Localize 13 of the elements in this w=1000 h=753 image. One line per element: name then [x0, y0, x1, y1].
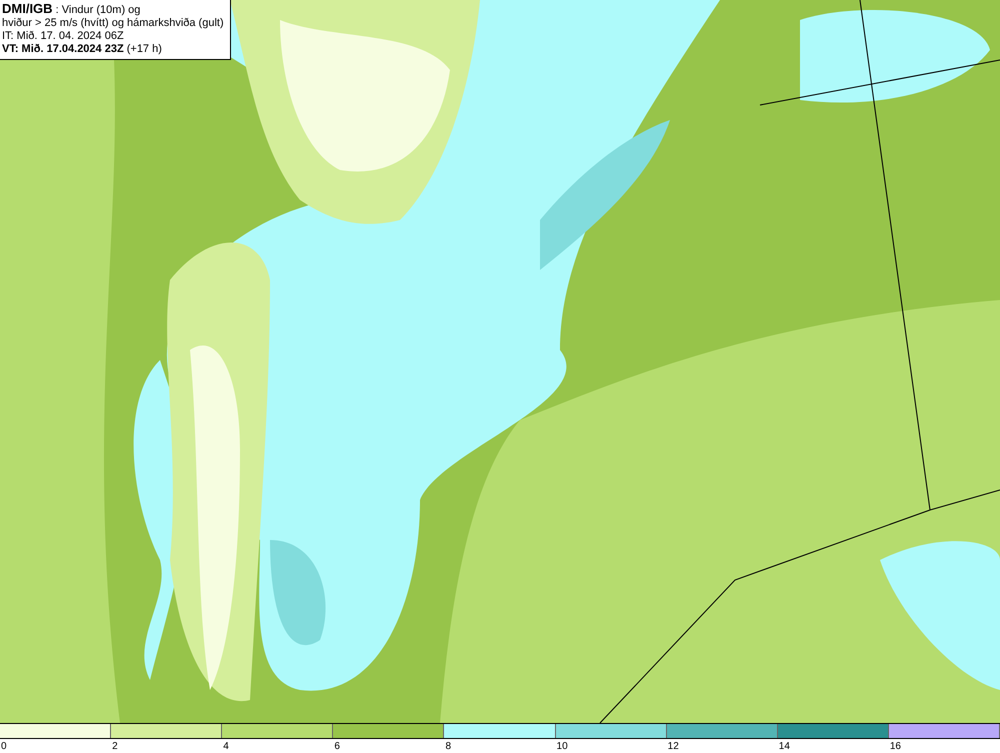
scale-label: 6	[334, 741, 340, 752]
scale-label: 2	[112, 741, 118, 752]
scale-label: 12	[668, 741, 679, 752]
legend-text: IT: Mið. 17. 04. 2024 06Z	[2, 30, 125, 43]
scale-label: 14	[778, 741, 790, 752]
scale-label: 10	[556, 741, 568, 752]
scale-label: 4	[223, 741, 229, 752]
legend-text: hviður > 25 m/s (hvítt) og hámarkshviða (gult)	[2, 17, 224, 30]
legend-text: VT: Mið. 17.04.2024 23Z (+17 h)	[2, 43, 163, 56]
scale-label: 0	[1, 741, 7, 752]
scale-label: 16	[890, 741, 901, 752]
scale-label: 8	[445, 741, 451, 752]
legend-text: DMI/IGB : Vindur (10m) og	[2, 2, 142, 17]
